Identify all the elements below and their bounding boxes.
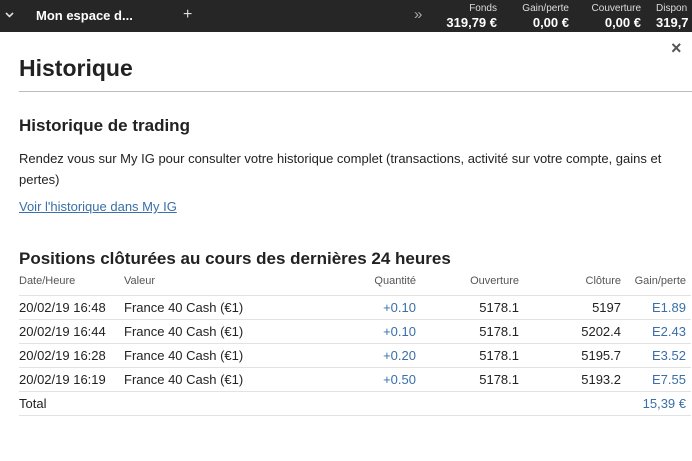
cell-gain-perte: E1.89: [621, 294, 691, 319]
metric-label: Couverture: [591, 3, 641, 14]
cell-date: 20/02/19 16:19: [19, 366, 124, 391]
column-header-ouverture: Ouverture: [470, 275, 519, 287]
empty-cell: [519, 390, 621, 416]
chevron-down-icon[interactable]: [4, 9, 16, 21]
cell-ouverture: 5178.1: [416, 366, 519, 391]
table-row[interactable]: 20/02/19 16:19 France 40 Cash (€1) +0.50…: [19, 366, 691, 391]
empty-cell: [124, 390, 284, 416]
closed-positions-table: Date/Heure Valeur Quantité Ouverture Clô…: [19, 275, 691, 416]
table-header-row: Date/Heure Valeur Quantité Ouverture Clô…: [19, 275, 691, 295]
cell-quantite: +0.10: [284, 318, 416, 343]
metric-value: 319,79 €: [446, 15, 497, 30]
table-row[interactable]: 20/02/19 16:44 France 40 Cash (€1) +0.10…: [19, 318, 691, 343]
divider: [19, 91, 692, 92]
column-header-gain-perte: Gain/perte: [634, 275, 686, 287]
cell-cloture: 5193.2: [519, 366, 621, 391]
metric-label: Fonds: [469, 3, 497, 14]
table-row[interactable]: 20/02/19 16:48 France 40 Cash (€1) +0.10…: [19, 294, 691, 319]
top-bar: Mon espace d... + » Fonds 319,79 € Gain/…: [0, 0, 692, 32]
cell-cloture: 5195.7: [519, 342, 621, 367]
cell-date: 20/02/19 16:44: [19, 318, 124, 343]
cell-ouverture: 5178.1: [416, 318, 519, 343]
cell-valeur: France 40 Cash (€1): [124, 366, 284, 391]
empty-cell: [284, 390, 416, 416]
workspace-tab[interactable]: Mon espace d...: [36, 8, 133, 23]
metric-value: 319,7: [656, 15, 689, 30]
cell-ouverture: 5178.1: [416, 342, 519, 367]
metric-value: 0,00 €: [532, 15, 569, 30]
metric-disponible: Dispon 319,7: [656, 3, 689, 30]
metric-fonds: Fonds 319,79 €: [446, 3, 497, 30]
metric-label: Gain/perte: [522, 3, 569, 14]
cell-valeur: France 40 Cash (€1): [124, 294, 284, 319]
cell-gain-perte: E7.55: [621, 366, 691, 391]
cell-valeur: France 40 Cash (€1): [124, 342, 284, 367]
close-icon[interactable]: ×: [671, 38, 682, 58]
metric-value: 0,00 €: [604, 15, 641, 30]
cell-cloture: 5197: [519, 294, 621, 319]
cell-gain-perte: E2.43: [621, 318, 691, 343]
total-row: Total 15,39 €: [19, 390, 691, 416]
cell-valeur: France 40 Cash (€1): [124, 318, 284, 343]
cell-quantite: +0.10: [284, 294, 416, 319]
page-title: Historique: [19, 55, 133, 81]
closed-positions-heading: Positions clôturées au cours des dernièr…: [19, 249, 451, 268]
metric-couverture: Couverture 0,00 €: [592, 3, 641, 30]
table-row[interactable]: 20/02/19 16:28 France 40 Cash (€1) +0.20…: [19, 342, 691, 367]
cell-cloture: 5202.4: [519, 318, 621, 343]
column-header-cloture: Clôture: [585, 275, 621, 287]
cell-ouverture: 5178.1: [416, 294, 519, 319]
metric-gain-perte: Gain/perte 0,00 €: [522, 3, 569, 30]
cell-quantite: +0.20: [284, 342, 416, 367]
my-ig-history-link[interactable]: Voir l'historique dans My IG: [19, 199, 177, 214]
cell-quantite: +0.50: [284, 366, 416, 391]
total-label: Total: [19, 390, 124, 416]
column-header-valeur: Valeur: [124, 275, 155, 287]
column-header-quantite: Quantité: [374, 275, 416, 287]
double-chevron-right-icon[interactable]: »: [414, 7, 422, 23]
add-tab-button[interactable]: +: [183, 6, 192, 24]
trading-history-description: Rendez vous sur My IG pour consulter vot…: [19, 151, 662, 187]
metric-label: Dispon: [656, 3, 688, 14]
empty-cell: [416, 390, 519, 416]
cell-gain-perte: E3.52: [621, 342, 691, 367]
cell-date: 20/02/19 16:28: [19, 342, 124, 367]
cell-date: 20/02/19 16:48: [19, 294, 124, 319]
column-header-date: Date/Heure: [19, 275, 76, 287]
total-value: 15,39 €: [621, 390, 691, 416]
trading-history-heading: Historique de trading: [19, 116, 190, 135]
